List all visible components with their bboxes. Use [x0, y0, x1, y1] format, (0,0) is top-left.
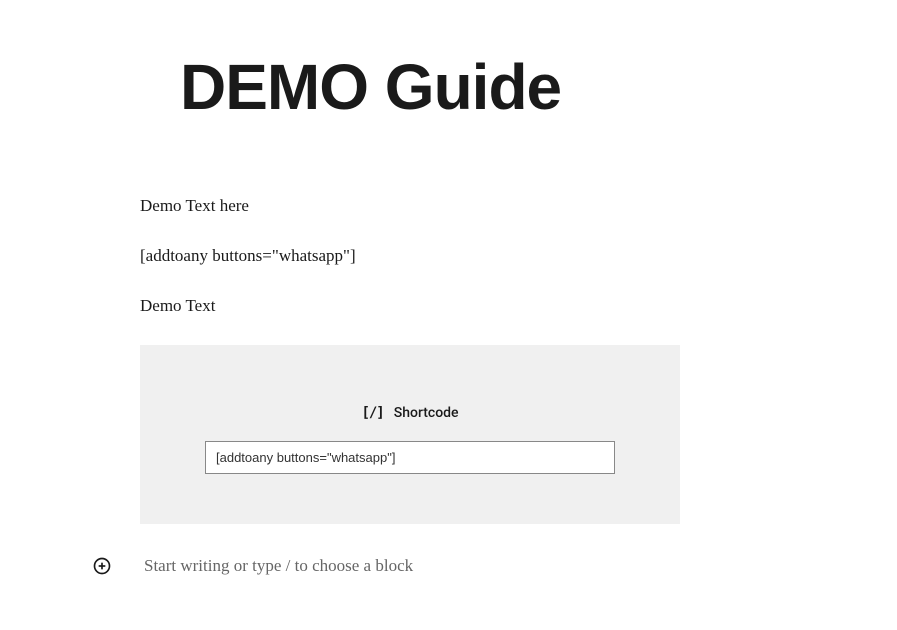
shortcode-input[interactable]	[205, 441, 615, 474]
paragraph-block[interactable]: Demo Text	[140, 294, 680, 318]
shortcode-block[interactable]: [/] Shortcode	[140, 345, 680, 524]
new-block-placeholder[interactable]: Start writing or type / to choose a bloc…	[144, 556, 413, 576]
shortcode-icon: [/]	[361, 405, 383, 421]
new-block-row: Start writing or type / to choose a bloc…	[90, 554, 680, 578]
paragraph-block[interactable]: [addtoany buttons="whatsapp"]	[140, 244, 680, 268]
shortcode-header: [/] Shortcode	[200, 405, 620, 421]
paragraph-block[interactable]: Demo Text here	[140, 194, 680, 218]
shortcode-label: Shortcode	[394, 405, 459, 421]
add-block-icon[interactable]	[90, 554, 114, 578]
page-title[interactable]: DEMO Guide	[180, 50, 680, 124]
